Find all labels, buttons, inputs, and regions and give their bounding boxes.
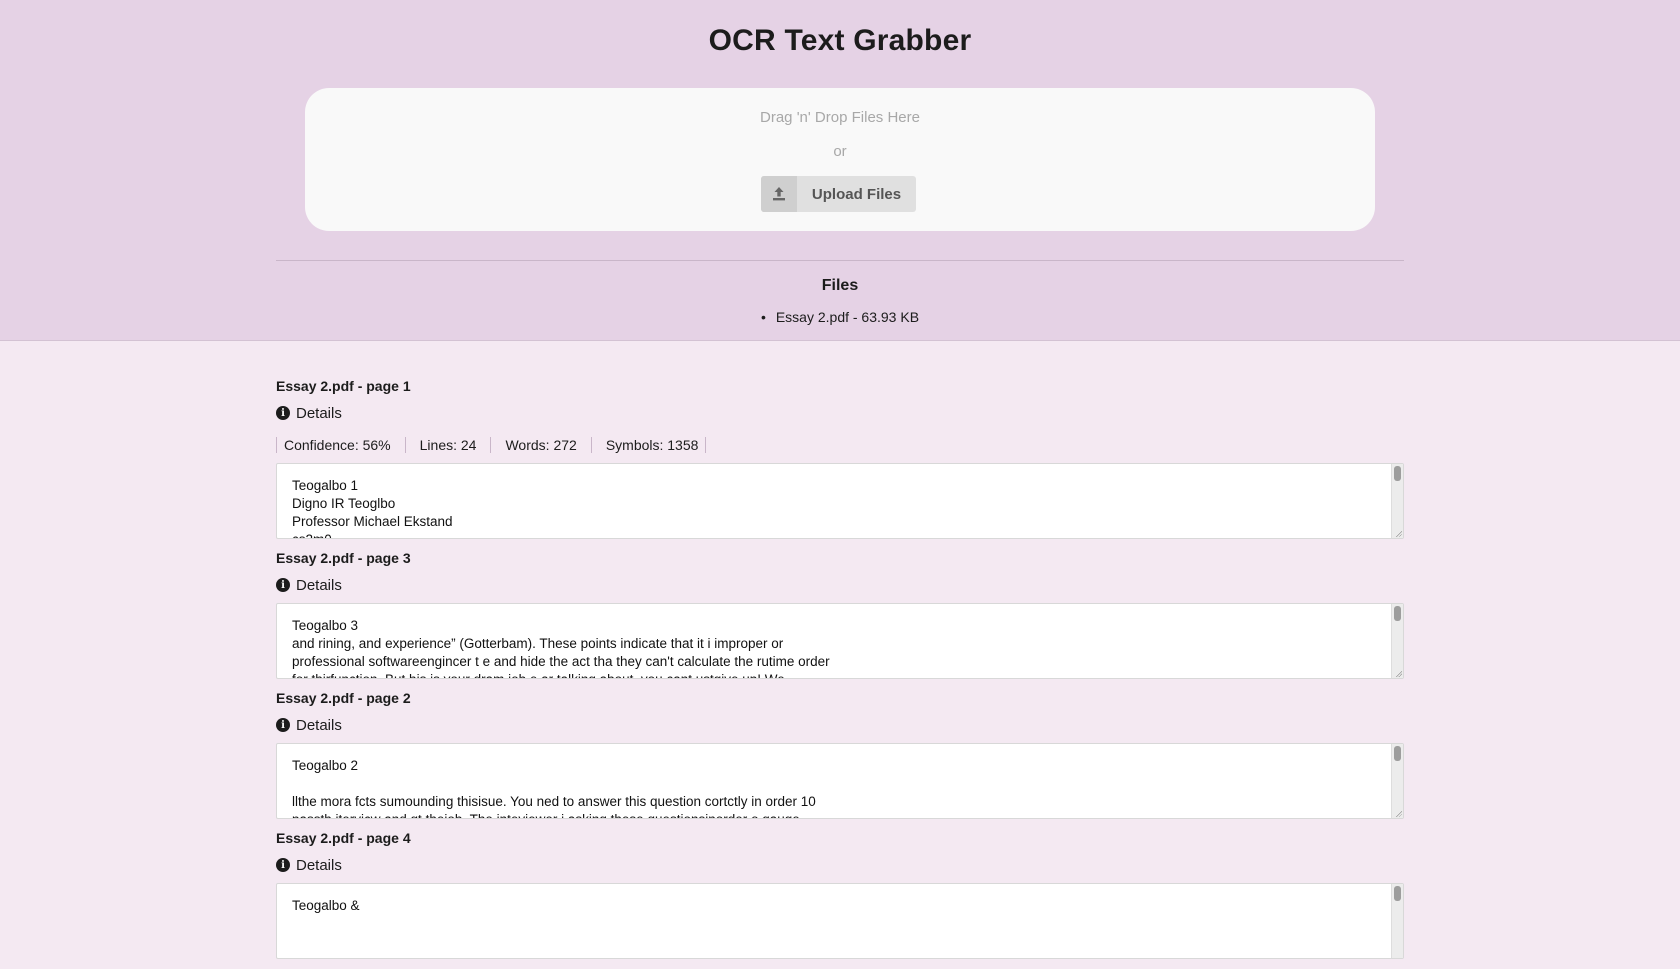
app-title: OCR Text Grabber <box>708 24 972 57</box>
lines-stat: Lines: 24 <box>404 437 491 453</box>
details-toggle[interactable]: i Details <box>276 716 1404 734</box>
scrollbar-thumb[interactable] <box>1394 886 1401 901</box>
textarea-scrollbar[interactable] <box>1391 744 1403 818</box>
upload-icon <box>761 176 797 212</box>
ocr-textarea[interactable]: Teogalbo 3 and rining, and experience” (… <box>276 603 1404 679</box>
textarea-scrollbar[interactable] <box>1391 884 1403 958</box>
details-label: Details <box>296 716 342 734</box>
result-page-2: Essay 2.pdf - page 2 i Details Teogalbo … <box>276 689 1404 819</box>
scrollbar-thumb[interactable] <box>1394 606 1401 621</box>
textarea-scrollbar[interactable] <box>1391 604 1403 678</box>
resize-grip-icon[interactable] <box>1395 530 1402 537</box>
ocr-textarea[interactable]: Teogalbo & <box>276 883 1404 959</box>
info-icon: i <box>276 718 290 732</box>
details-toggle[interactable]: i Details <box>276 576 1404 594</box>
upload-files-button[interactable]: Upload Files <box>761 176 916 212</box>
result-title: Essay 2.pdf - page 2 <box>276 690 411 706</box>
file-dropzone[interactable]: Drag 'n' Drop Files Here or Upload Files <box>305 88 1375 231</box>
result-page-1: Essay 2.pdf - page 1 i Details Confidenc… <box>276 377 1404 539</box>
result-page-4: Essay 2.pdf - page 4 i Details Teogalbo … <box>276 829 1404 959</box>
ocr-textarea[interactable]: Teogalbo 1 Digno IR Teoglbo Professor Mi… <box>276 463 1404 539</box>
result-stats: Confidence: 56% Lines: 24 Words: 272 Sym… <box>276 436 1404 454</box>
header-divider <box>276 260 1404 261</box>
symbols-stat: Symbols: 1358 <box>590 437 707 453</box>
ocr-results: Essay 2.pdf - page 1 i Details Confidenc… <box>276 377 1404 969</box>
ocr-text[interactable]: Teogalbo 3 and rining, and experience” (… <box>277 604 1403 678</box>
app-header: OCR Text Grabber Drag 'n' Drop Files Her… <box>0 0 1680 341</box>
info-icon: i <box>276 578 290 592</box>
result-title: Essay 2.pdf - page 1 <box>276 378 411 394</box>
result-title: Essay 2.pdf - page 4 <box>276 830 411 846</box>
ocr-textarea[interactable]: Teogalbo 2 llthe mora fcts sumounding th… <box>276 743 1404 819</box>
ocr-text[interactable]: Teogalbo 1 Digno IR Teoglbo Professor Mi… <box>277 464 1403 538</box>
dropzone-or-label: or <box>833 143 847 160</box>
file-list-item: Essay 2.pdf - 63.93 KB <box>0 309 1680 325</box>
result-title: Essay 2.pdf - page 3 <box>276 550 411 566</box>
result-page-3: Essay 2.pdf - page 3 i Details Teogalbo … <box>276 549 1404 679</box>
details-label: Details <box>296 404 342 422</box>
info-icon: i <box>276 406 290 420</box>
files-title: Files <box>821 277 859 294</box>
resize-grip-icon[interactable] <box>1395 810 1402 817</box>
ocr-text[interactable]: Teogalbo & <box>277 884 1403 928</box>
details-toggle[interactable]: i Details <box>276 404 1404 422</box>
upload-files-label: Upload Files <box>811 185 902 203</box>
textarea-scrollbar[interactable] <box>1391 464 1403 538</box>
ocr-text[interactable]: Teogalbo 2 llthe mora fcts sumounding th… <box>277 744 1403 818</box>
dropzone-hint: Drag 'n' Drop Files Here <box>760 109 920 126</box>
scrollbar-thumb[interactable] <box>1394 466 1401 481</box>
scrollbar-thumb[interactable] <box>1394 746 1401 761</box>
details-label: Details <box>296 856 342 874</box>
info-icon: i <box>276 858 290 872</box>
details-label: Details <box>296 576 342 594</box>
confidence-stat: Confidence: 56% <box>276 437 405 453</box>
files-list: Essay 2.pdf - 63.93 KB <box>0 309 1680 325</box>
resize-grip-icon[interactable] <box>1395 670 1402 677</box>
details-toggle[interactable]: i Details <box>276 856 1404 874</box>
words-stat: Words: 272 <box>490 437 590 453</box>
